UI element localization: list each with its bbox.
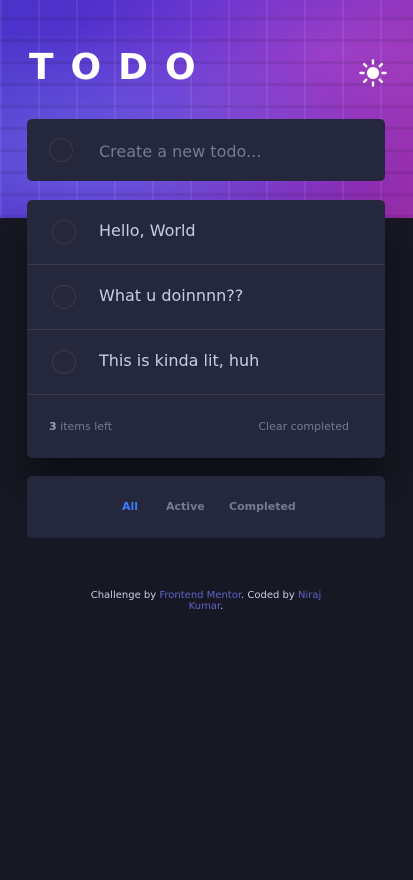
todo-checkbox[interactable] [52,220,76,244]
filter-completed[interactable]: Completed [229,500,296,513]
new-todo-checkbox[interactable] [49,138,73,162]
attribution-middle: . Coded by [241,590,295,601]
app-title: TODO [29,47,213,88]
header-background-image [0,0,413,218]
todo-text: This is kinda lit, huh [99,351,260,370]
attribution-prefix: Challenge by [90,590,157,601]
frontend-mentor-link[interactable]: Frontend Mentor [159,590,241,601]
todo-checkbox[interactable] [52,350,76,374]
filter-active[interactable]: Active [166,500,205,513]
items-left-count: 3 [49,420,57,433]
items-left-counter: 3 items left [49,420,112,433]
sun-icon [359,59,387,87]
todo-list-footer: 3 items left Clear completed [27,395,385,457]
todo-item[interactable]: This is kinda lit, huh [27,330,385,395]
todo-checkbox[interactable] [52,285,76,309]
new-todo-bar [27,119,385,181]
attribution-suffix: . [220,601,224,612]
todo-text: Hello, World [99,221,196,240]
items-left-label: items left [60,420,113,433]
attribution: Challenge by Frontend Mentor. Coded by N… [80,590,332,612]
todo-item[interactable]: What u doinnnn?? [27,265,385,330]
clear-completed-button[interactable]: Clear completed [258,420,349,433]
todo-list: Hello, World What u doinnnn?? This is ki… [27,200,385,458]
filter-bar: All Active Completed [27,476,385,538]
theme-toggle-button[interactable] [358,58,388,88]
todo-text: What u doinnnn?? [99,286,244,305]
new-todo-input[interactable] [97,133,371,169]
todo-item[interactable]: Hello, World [27,200,385,265]
filter-all[interactable]: All [122,500,138,513]
